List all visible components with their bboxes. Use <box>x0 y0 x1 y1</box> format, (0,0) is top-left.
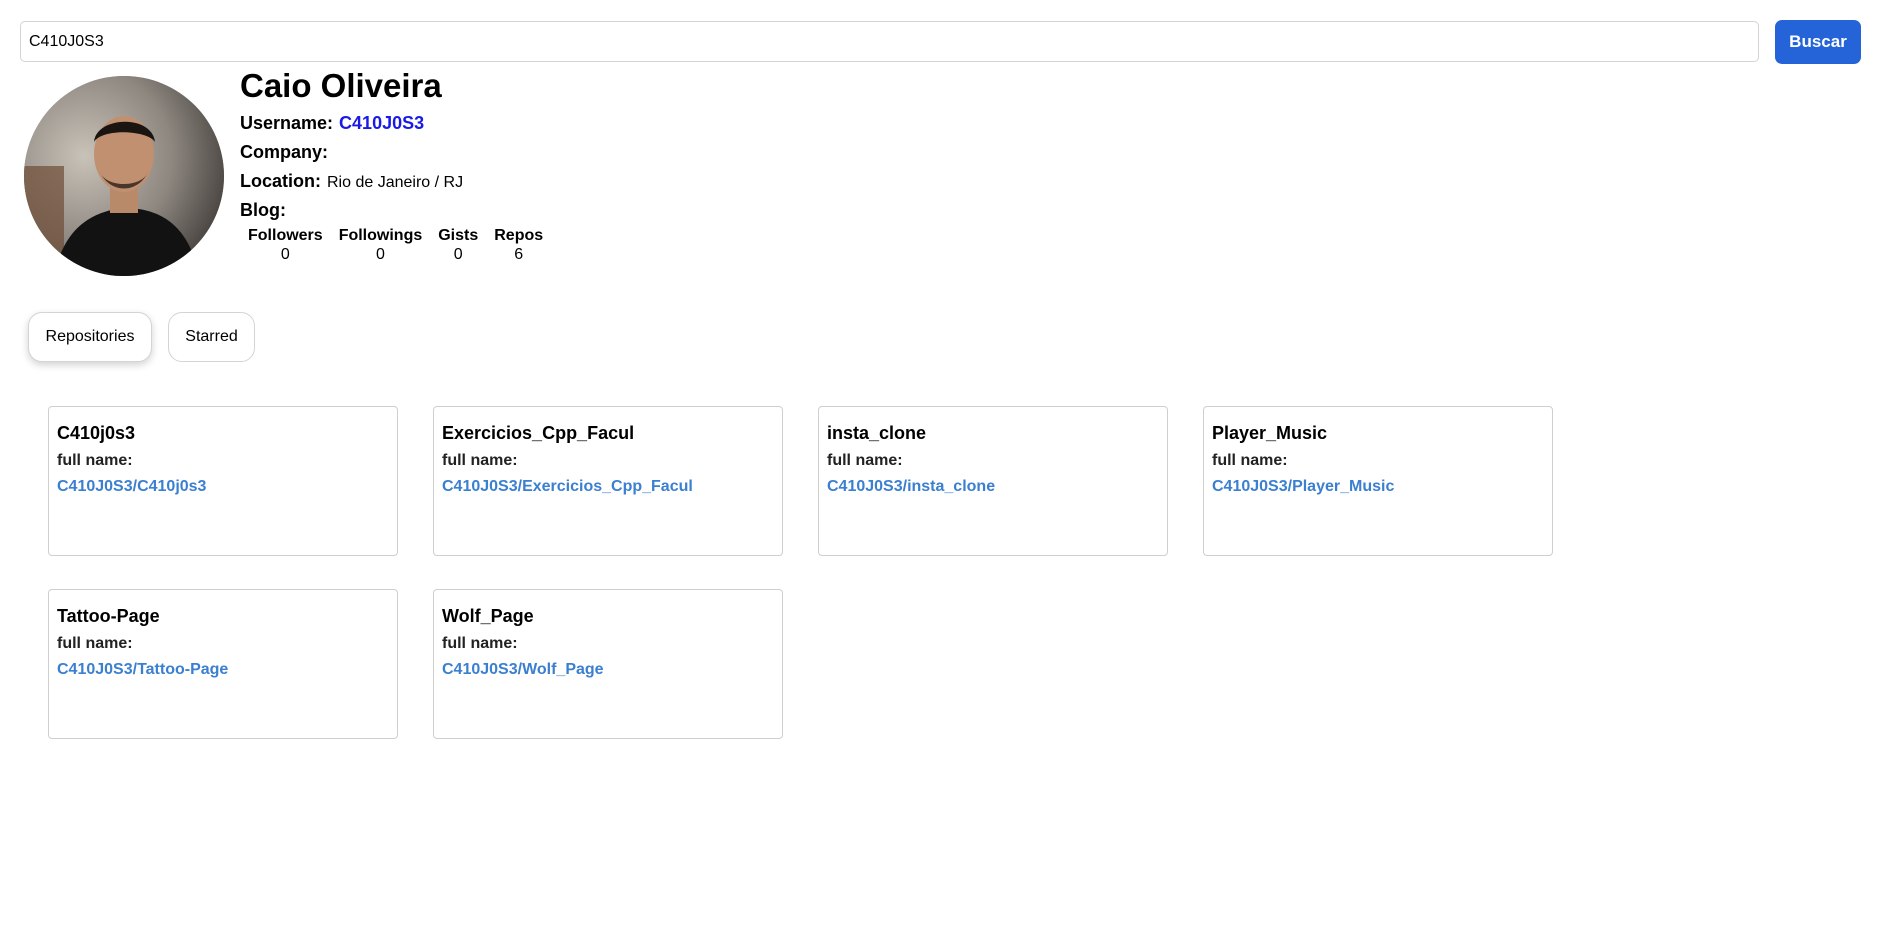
search-bar: Buscar <box>20 20 1861 65</box>
profile-name: Caio Oliveira <box>240 67 442 104</box>
repo-link[interactable]: C410J0S3/Wolf_Page <box>442 661 604 679</box>
username-link[interactable]: C410J0S3 <box>339 113 424 133</box>
stat-repos: Repos 6 <box>494 226 543 263</box>
repo-name: Wolf_Page <box>442 606 534 626</box>
repo-card[interactable]: Exercicios_Cpp_Facul full name: C410J0S3… <box>433 406 783 556</box>
avatar <box>24 76 224 276</box>
full-name-label: full name: <box>442 635 518 652</box>
stat-label: Gists <box>438 227 479 244</box>
repo-name: Player_Music <box>1212 423 1328 443</box>
search-input[interactable] <box>20 21 1759 62</box>
repo-card[interactable]: C410j0s3 full name: C410J0S3/C410j0s3 <box>48 406 398 556</box>
repo-link[interactable]: C410J0S3/C410j0s3 <box>57 478 206 496</box>
location-row: Location: Rio de Janeiro / RJ <box>240 171 463 192</box>
repo-link[interactable]: C410J0S3/Player_Music <box>1212 478 1394 496</box>
tab-repositories[interactable]: Repositories <box>28 312 152 362</box>
full-name-label: full name: <box>442 452 518 469</box>
repo-name: Tattoo-Page <box>57 606 160 626</box>
stat-value: 0 <box>280 246 290 263</box>
location-label: Location: <box>240 171 321 191</box>
username-row: Username: C410J0S3 <box>240 113 424 134</box>
stat-label: Followers <box>248 227 323 244</box>
stat-value: 6 <box>514 246 524 263</box>
stat-followings: Followings 0 <box>339 226 423 263</box>
stat-gists: Gists 0 <box>438 226 478 263</box>
tab-starred[interactable]: Starred <box>168 312 255 362</box>
stats: Followers 0 Followings 0 Gists 0 Repos 6 <box>248 226 559 263</box>
username-label: Username: <box>240 113 334 133</box>
stat-label: Repos <box>494 227 544 244</box>
blog-row: Blog: <box>240 200 292 221</box>
repo-card[interactable]: insta_clone full name: C410J0S3/insta_cl… <box>818 406 1168 556</box>
stat-value: 0 <box>376 246 385 263</box>
stat-followers: Followers 0 <box>248 226 323 263</box>
page: Buscar Caio Oliveira Username:C410J0S3 <box>0 0 1880 934</box>
full-name-label: full name: <box>57 452 133 469</box>
repo-card[interactable]: Tattoo-Page full name: C410J0S3/Tattoo-P… <box>48 589 398 739</box>
repo-name: C410j0s3 <box>57 423 136 443</box>
repo-name: insta_clone <box>827 423 927 443</box>
full-name-label: full name: <box>827 452 903 469</box>
repo-name: Exercicios_Cpp_Facul <box>442 423 635 443</box>
company-label: Company: <box>240 142 329 162</box>
company-row: Company: <box>240 142 334 163</box>
repo-link[interactable]: C410J0S3/insta_clone <box>827 478 995 496</box>
stat-value: 0 <box>453 246 463 263</box>
repo-link[interactable]: C410J0S3/Tattoo-Page <box>57 661 228 679</box>
blog-label: Blog: <box>240 200 286 220</box>
repo-card[interactable]: Wolf_Page full name: C410J0S3/Wolf_Page <box>433 589 783 739</box>
location-value: Rio de Janeiro / RJ <box>327 174 464 191</box>
full-name-label: full name: <box>1212 452 1288 469</box>
full-name-label: full name: <box>57 635 133 652</box>
search-button[interactable]: Buscar <box>1775 20 1861 64</box>
repo-card[interactable]: Player_Music full name: C410J0S3/Player_… <box>1203 406 1553 556</box>
avatar-image <box>24 76 224 276</box>
repo-link[interactable]: C410J0S3/Exercicios_Cpp_Facul <box>442 478 693 496</box>
stat-label: Followings <box>338 227 423 244</box>
